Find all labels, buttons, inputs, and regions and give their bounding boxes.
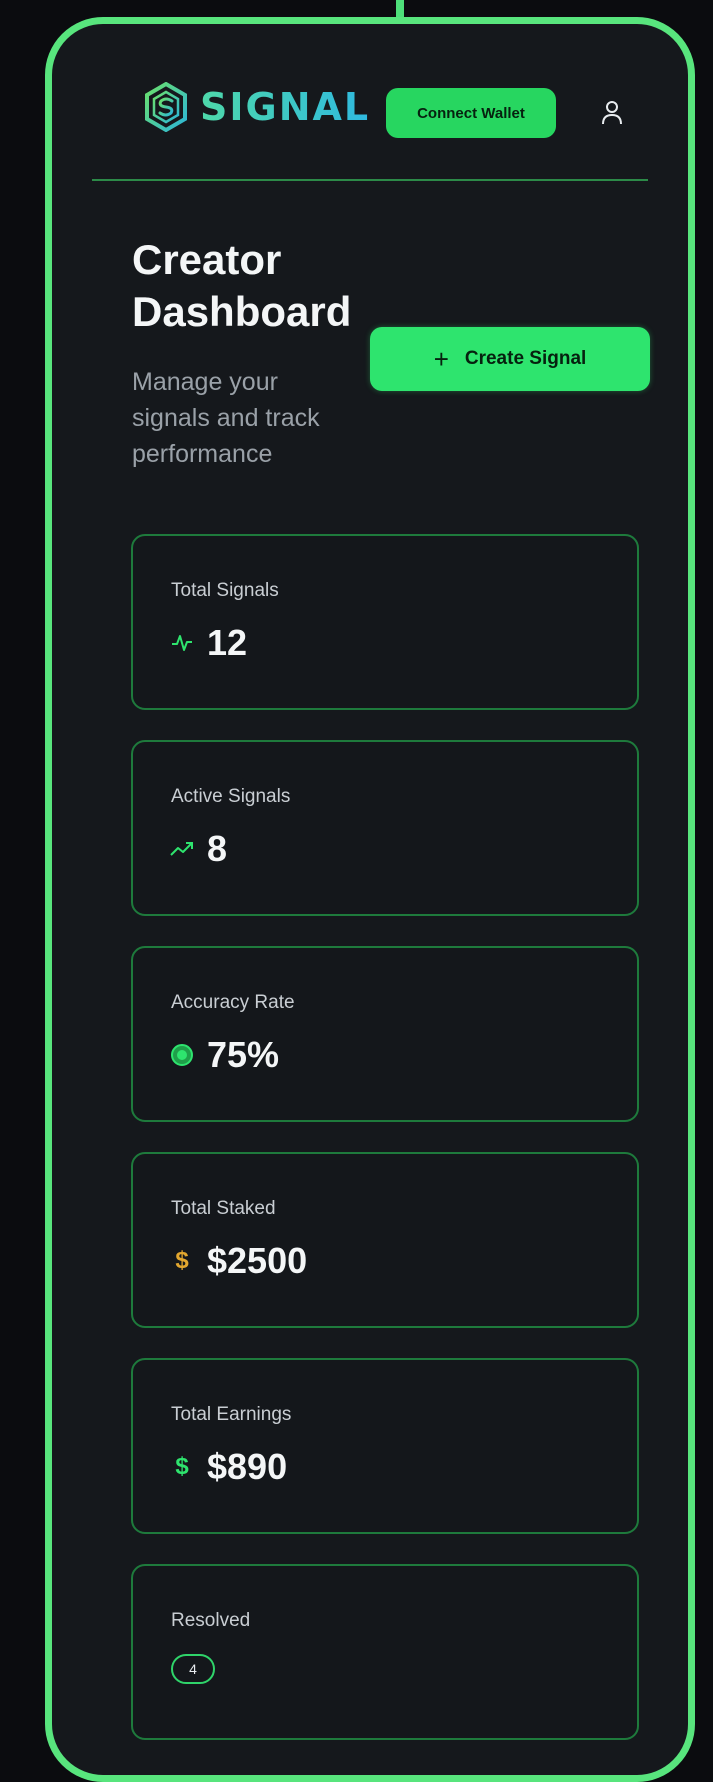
page-subtitle: Manage your signals and track performanc…	[132, 368, 320, 468]
user-icon[interactable]	[600, 98, 624, 128]
stat-value: 8	[207, 828, 228, 869]
stat-card-total-earnings: Total Earnings $ $890	[131, 1358, 639, 1534]
stat-value: 12	[207, 622, 248, 663]
page-title: Creator Dashboard	[132, 234, 351, 338]
stat-value-row: 75%	[169, 1034, 279, 1076]
stat-label: Total Signals	[171, 580, 279, 601]
stat-value-row: 8	[169, 828, 227, 870]
stat-value: $2500	[207, 1240, 308, 1281]
stat-label: Total Earnings	[171, 1404, 292, 1425]
page-title-line2: Dashboard	[132, 288, 352, 335]
stat-card-accuracy-rate: Accuracy Rate 75%	[131, 946, 639, 1122]
stat-value: $890	[207, 1446, 288, 1487]
dollar-icon: $	[175, 1453, 189, 1480]
stat-value-row: $ $890	[169, 1446, 287, 1488]
stat-card-resolved: Resolved 4	[131, 1564, 639, 1740]
phone-frame: SIGNAL Connect Wallet Creator Dashboard …	[45, 17, 695, 1782]
connect-wallet-button[interactable]: Connect Wallet	[386, 88, 556, 138]
plus-icon: +	[433, 344, 449, 374]
stat-card-total-staked: Total Staked $ $2500	[131, 1152, 639, 1328]
target-icon	[169, 1042, 195, 1068]
stat-card-total-signals: Total Signals 12	[131, 534, 639, 710]
stat-label: Active Signals	[171, 786, 291, 807]
logo-text: SIGNAL	[200, 85, 371, 129]
stat-value: 75%	[207, 1034, 280, 1075]
resolved-count-badge: 4	[171, 1654, 215, 1684]
page-title-line1: Creator	[132, 236, 282, 283]
stat-label: Accuracy Rate	[171, 992, 295, 1013]
trending-up-icon	[169, 836, 195, 862]
header-divider	[92, 179, 648, 181]
stat-value-row: 12	[169, 622, 247, 664]
dollar-icon: $	[175, 1247, 189, 1274]
stat-label: Total Staked	[171, 1198, 276, 1219]
logo[interactable]: SIGNAL	[144, 82, 370, 132]
signal-logo-icon	[145, 82, 187, 132]
stat-label: Resolved	[171, 1610, 251, 1631]
create-signal-button[interactable]: + Create Signal	[370, 327, 650, 391]
app-header: SIGNAL Connect Wallet	[52, 24, 688, 182]
create-signal-label: Create Signal	[464, 348, 587, 369]
stat-value-row: $ $2500	[169, 1240, 307, 1282]
stat-card-active-signals: Active Signals 8	[131, 740, 639, 916]
activity-icon	[169, 630, 195, 656]
